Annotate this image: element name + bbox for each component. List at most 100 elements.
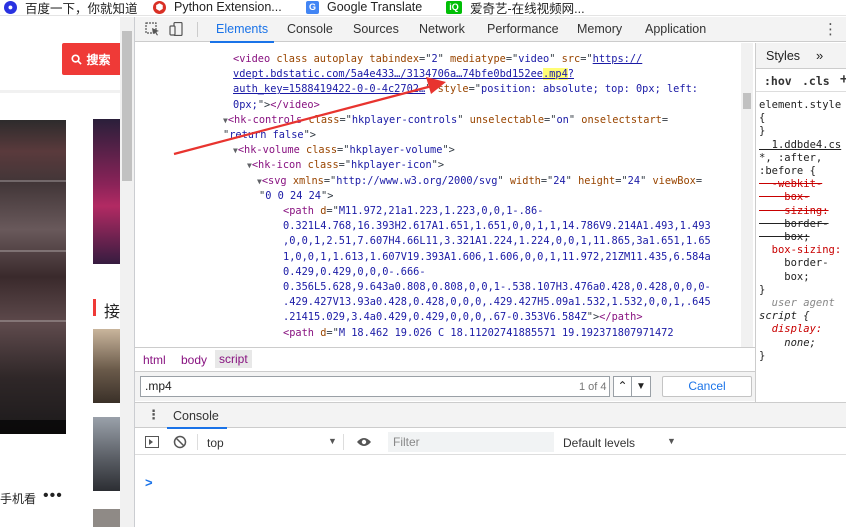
- watch-on-phone-link[interactable]: 手机看: [0, 490, 36, 507]
- devtools-toolbar: Elements Console Sources Network Perform…: [135, 17, 846, 43]
- dom-tree-scrollbar[interactable]: [741, 43, 753, 347]
- tab-sources[interactable]: Sources: [353, 17, 399, 42]
- find-previous-button[interactable]: ⌃: [613, 376, 632, 397]
- devtools-menu-icon[interactable]: ⋮: [823, 20, 838, 38]
- page-scrollbar[interactable]: [120, 17, 134, 527]
- video-player[interactable]: [0, 120, 66, 434]
- tab-console[interactable]: Console: [287, 17, 333, 42]
- style-rule-line: }: [759, 349, 766, 362]
- style-rule-line: user agent: [759, 297, 835, 309]
- tab-styles[interactable]: Styles: [766, 49, 800, 63]
- section-title: 接: [104, 304, 120, 321]
- breadcrumb: html body script: [135, 347, 755, 371]
- style-rule-line: box-: [759, 191, 810, 204]
- search-button-label: 搜索: [86, 52, 111, 67]
- elements-dom-tree[interactable]: <video class autoplay tabindex="2" media…: [135, 43, 741, 347]
- console-drawer: ⋮ Console top ▼ Filter Default levels ▼: [135, 402, 846, 527]
- dom-node-line[interactable]: ▼<hk-controls class="hkplayer-controls" …: [223, 113, 668, 128]
- log-levels-dropdown[interactable]: Default levels: [563, 436, 635, 450]
- style-rule-line: border-: [759, 257, 829, 270]
- inspect-element-icon[interactable]: [145, 22, 161, 36]
- page-divider: [0, 90, 120, 93]
- context-dropdown-icon[interactable]: ▼: [328, 436, 337, 446]
- tab-elements[interactable]: Elements: [209, 17, 275, 43]
- show-sidebar-icon[interactable]: [145, 436, 159, 448]
- dom-node-line[interactable]: ▼<hk-volume class="hkplayer-volume">: [233, 143, 455, 158]
- chevron-up-icon: ⌃: [617, 379, 628, 393]
- video-thumbnail[interactable]: [93, 119, 120, 264]
- bookmark-google-translate[interactable]: G Google Translate: [306, 0, 422, 14]
- console-prompt[interactable]: >: [145, 475, 153, 490]
- chevron-down-icon: ▼: [636, 381, 646, 392]
- hover-state-toggle[interactable]: :hov: [764, 74, 792, 88]
- dom-node-line[interactable]: ,0,0,1,2.51,7.607H4.66L11,3.321A1.224,1.…: [283, 234, 711, 249]
- dom-node-line[interactable]: vdept.bdstatic.com/5a4e433…/3134706a…74b…: [233, 67, 574, 82]
- tab-application[interactable]: Application: [645, 17, 706, 42]
- find-input[interactable]: .mp4: [140, 376, 610, 397]
- style-rule-line: box-sizing:: [759, 244, 842, 257]
- dom-node-line[interactable]: <path d="M 18.462 19.026 C 18.1120274188…: [283, 326, 674, 341]
- style-rule-line: -webkit-: [759, 178, 823, 191]
- style-rule-line: border-: [759, 217, 829, 230]
- context-selector[interactable]: top: [207, 436, 224, 450]
- drawer-tab-console[interactable]: Console: [167, 409, 227, 429]
- dom-node-line[interactable]: ▼<svg xmlns="http://www.w3.org/2000/svg"…: [257, 174, 702, 189]
- tab-performance[interactable]: Performance: [487, 17, 559, 42]
- tab-memory[interactable]: Memory: [577, 17, 622, 42]
- add-rule-button[interactable]: +: [840, 72, 846, 87]
- style-rule-line: }: [759, 283, 766, 296]
- dom-node-line[interactable]: .429.427V13.93a0.428,0.428,0,0,0,.429.42…: [283, 295, 711, 310]
- dom-node-line[interactable]: 0px;"></video>: [233, 98, 320, 113]
- dom-node-line[interactable]: 0.321L4.768,16.393H2.617A1.651,1.651,0,0…: [283, 219, 711, 234]
- dom-node-line[interactable]: "0 0 24 24">: [259, 189, 333, 204]
- bookmark-baidu[interactable]: ● 百度一下，你就知道: [4, 0, 138, 16]
- dom-node-line[interactable]: <path d="M11.972,21a1.223,1.223,0,0,1-.8…: [283, 204, 543, 219]
- page-scrollbar-thumb[interactable]: [122, 31, 132, 181]
- search-icon: [71, 53, 83, 65]
- dom-node-line[interactable]: 0.356L5.628,9.643a0.808,0.808,0,0,1-.538…: [283, 280, 711, 295]
- more-button[interactable]: •••: [43, 487, 63, 505]
- dom-tree-scrollbar-thumb[interactable]: [743, 93, 751, 109]
- bookmarks-bar: ● 百度一下，你就知道 ⬢ Python Extension... G Goog…: [0, 0, 846, 16]
- style-rule-line: {: [759, 112, 766, 125]
- bookmark-python-extension[interactable]: ⬢ Python Extension...: [153, 0, 282, 14]
- breadcrumb-body[interactable]: body: [181, 353, 207, 367]
- device-toolbar-icon[interactable]: [169, 22, 185, 36]
- dom-node-line[interactable]: <video class autoplay tabindex="2" media…: [233, 52, 642, 67]
- style-rule-line: :before {: [759, 165, 816, 177]
- find-match-count: 1 of 4: [579, 381, 607, 393]
- video-thumbnail[interactable]: [93, 509, 120, 527]
- styles-filter-row: :hov .cls +: [756, 70, 846, 92]
- dom-node-line[interactable]: .21415.029,3.4a0.429,0.429,0,0,0,.67-0.3…: [283, 310, 643, 325]
- live-expression-eye-icon[interactable]: [356, 437, 372, 447]
- style-rule-line: none;: [759, 336, 816, 349]
- drawer-menu-icon[interactable]: ⋮: [147, 407, 160, 423]
- find-cancel-button[interactable]: Cancel: [662, 376, 752, 397]
- clear-console-icon[interactable]: [173, 435, 187, 449]
- breadcrumb-html[interactable]: html: [143, 353, 166, 367]
- style-rule-line: element.style: [759, 99, 842, 111]
- bookmark-label: Google Translate: [327, 0, 423, 14]
- find-next-button[interactable]: ▼: [632, 376, 651, 397]
- styles-tabs: Styles »: [756, 43, 846, 69]
- video-thumbnail[interactable]: [93, 417, 120, 491]
- style-rule-line: display:: [759, 323, 823, 336]
- breadcrumb-script[interactable]: script: [215, 350, 252, 368]
- class-toggle[interactable]: .cls: [802, 74, 830, 88]
- dom-node-line[interactable]: 0.429,0.429,0,0,0-.666-: [283, 265, 426, 280]
- dom-node-line[interactable]: ▼<hk-icon class="hkplayer-icon">: [247, 158, 444, 173]
- more-tabs-icon[interactable]: »: [816, 48, 823, 63]
- search-button[interactable]: 搜索: [62, 43, 120, 75]
- style-rule-line: 1.ddbde4.cs: [759, 138, 842, 151]
- bookmark-iqiyi[interactable]: iQ 爱奇艺-在线视频网...: [446, 0, 585, 16]
- video-thumbnail[interactable]: [93, 329, 120, 403]
- tab-network[interactable]: Network: [419, 17, 465, 42]
- console-filter-input[interactable]: Filter: [388, 432, 554, 452]
- log-levels-dropdown-icon[interactable]: ▼: [667, 436, 676, 446]
- video-controls[interactable]: [0, 420, 66, 434]
- style-rule-line: box;: [759, 270, 810, 283]
- style-rule-line: sizing:: [759, 204, 829, 217]
- dom-node-line[interactable]: auth_key=1588419422-0-0-4c2702…" style="…: [233, 82, 698, 97]
- dom-node-line[interactable]: 1,0,0,1,1.613,1.607V19.393A1.606,1.606,0…: [283, 250, 711, 265]
- dom-node-line[interactable]: "return false">: [223, 128, 316, 143]
